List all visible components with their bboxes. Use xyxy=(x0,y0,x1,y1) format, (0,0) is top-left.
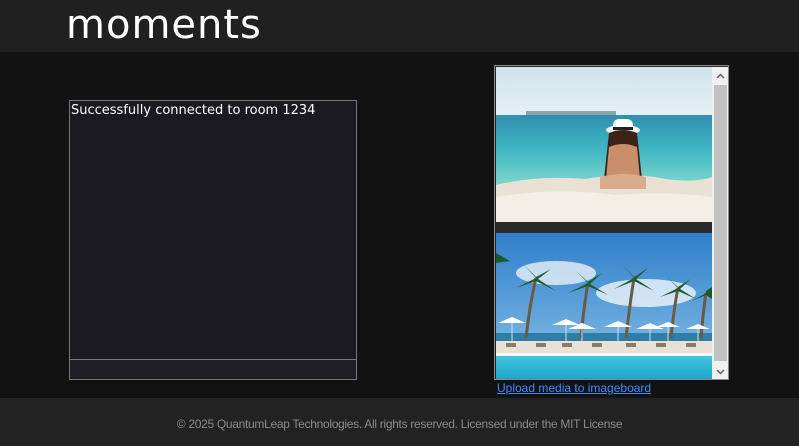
beach-photo xyxy=(496,67,712,222)
scroll-up-button[interactable] xyxy=(712,67,728,84)
chevron-up-icon xyxy=(716,72,725,79)
resort-photo xyxy=(496,233,712,379)
imageboard xyxy=(494,65,729,380)
chat-input[interactable] xyxy=(70,359,356,379)
brand-logo: moments xyxy=(66,2,262,48)
footer-copyright: © 2025 QuantumLeap Technologies. All rig… xyxy=(176,417,623,431)
app-header: moments xyxy=(0,0,799,52)
imageboard-scrollbar[interactable] xyxy=(712,67,728,379)
upload-media-link[interactable]: Upload media to imageboard xyxy=(497,381,651,395)
chat-panel: Successfully connected to room 1234 xyxy=(69,100,357,380)
scroll-down-button[interactable] xyxy=(712,363,728,379)
chat-log: Successfully connected to room 1234 xyxy=(70,101,356,359)
chat-message: Successfully connected to room 1234 xyxy=(71,103,316,118)
scroll-thumb[interactable] xyxy=(714,85,727,361)
app-footer: © 2025 QuantumLeap Technologies. All rig… xyxy=(0,398,799,446)
chevron-down-icon xyxy=(716,368,725,375)
imageboard-content xyxy=(496,67,712,379)
